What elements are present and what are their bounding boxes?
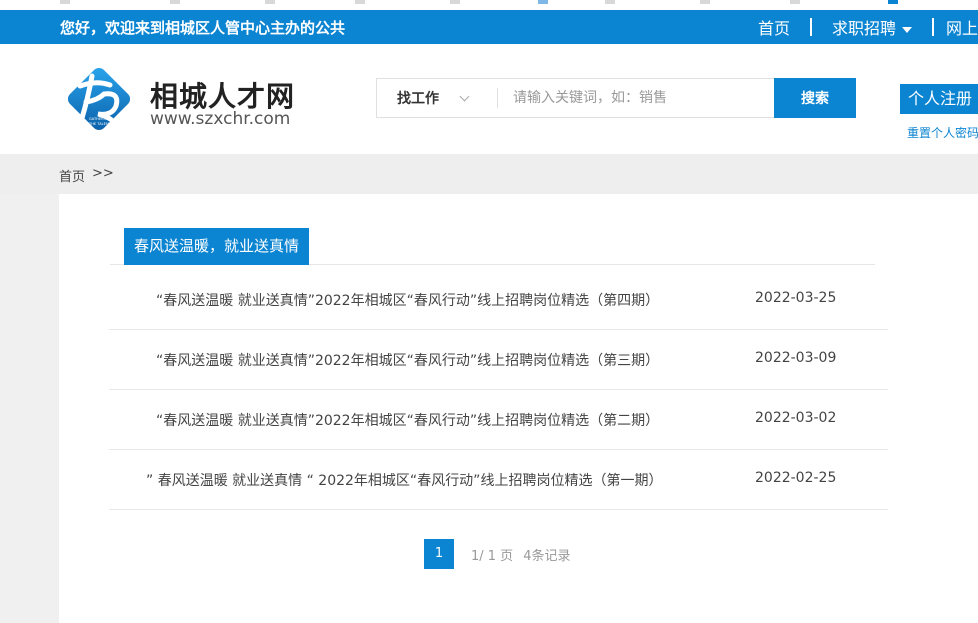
- search-divider: [497, 88, 498, 108]
- article-date: 2022-03-25: [755, 290, 837, 306]
- reset-password-link[interactable]: 重置个人密码: [907, 124, 978, 141]
- top-bar: 您好，欢迎来到相城区人管中心主办的公共 首页 求职招聘 网上: [0, 10, 978, 44]
- article-title[interactable]: “春风送温暖 就业送真情”2022年相城区“春风行动”线上招聘岗位精选（第二期）: [156, 410, 659, 430]
- logo-text-1: GATHERING: [89, 117, 110, 121]
- nav-divider: [931, 18, 934, 36]
- welcome-text: 您好，欢迎来到相城区人管中心主办的公共: [60, 19, 346, 37]
- list-item[interactable]: “春风送温暖 就业送真情”2022年相城区“春风行动”线上招聘岗位精选（第三期）…: [109, 330, 888, 390]
- section-header: 春风送温暖，就业送真情: [110, 228, 875, 265]
- breadcrumb-separator: >>: [92, 166, 114, 181]
- browser-bookmark-strip: [0, 0, 978, 10]
- section-title: 春风送温暖，就业送真情: [124, 228, 310, 265]
- nav-divider: [809, 18, 812, 36]
- logo-text-2: THE TALENTS: [88, 122, 114, 126]
- article-title[interactable]: “春风送温暖 就业送真情”2022年相城区“春风行动”线上招聘岗位精选（第三期）: [156, 350, 659, 370]
- site-header: GATHERING THE TALENTS 相城人才网 www.szxchr.c…: [0, 44, 978, 154]
- search-input[interactable]: [499, 79, 775, 117]
- nav-jobs-label: 求职招聘: [831, 19, 896, 38]
- breadcrumb: 首页 >>: [0, 154, 978, 194]
- breadcrumb-home[interactable]: 首页: [59, 166, 85, 185]
- list-item[interactable]: “春风送温暖 就业送真情”2022年相城区“春风行动”线上招聘岗位精选（第二期）…: [109, 390, 888, 450]
- search-button[interactable]: 搜索: [774, 78, 856, 118]
- article-date: 2022-03-09: [755, 350, 837, 366]
- main-content: 春风送温暖，就业送真情 “春风送温暖 就业送真情”2022年相城区“春风行动”线…: [59, 194, 978, 623]
- list-item[interactable]: ” 春风送温暖 就业送真情 “ 2022年相城区“春风行动”线上招聘岗位精选（第…: [109, 450, 888, 510]
- site-url: www.szxchr.com: [150, 109, 291, 129]
- article-date: 2022-03-02: [755, 410, 837, 426]
- search-type-label: 找工作: [397, 91, 439, 107]
- site-logo-icon[interactable]: GATHERING THE TALENTS: [58, 58, 140, 140]
- register-button[interactable]: 个人注册: [900, 84, 978, 114]
- page-info: 1/ 1 页: [471, 548, 514, 564]
- search-box: 找工作 搜索: [376, 78, 856, 118]
- list-item[interactable]: “春风送温暖 就业送真情”2022年相城区“春风行动”线上招聘岗位精选（第四期）…: [109, 270, 888, 330]
- chevron-down-icon: [459, 91, 470, 101]
- nav-more[interactable]: 网上: [946, 15, 978, 39]
- top-nav: 首页 求职招聘 网上: [758, 10, 978, 44]
- search-type-select[interactable]: 找工作: [377, 79, 497, 117]
- nav-home[interactable]: 首页: [758, 15, 790, 39]
- article-list: “春风送温暖 就业送真情”2022年相城区“春风行动”线上招聘岗位精选（第四期）…: [109, 270, 888, 510]
- caret-down-icon: [901, 26, 912, 33]
- page-current-button[interactable]: 1: [424, 539, 454, 569]
- article-date: 2022-02-25: [755, 470, 837, 486]
- record-count: 4条记录: [523, 548, 571, 564]
- pagination: 1 1/ 1 页 4条记录: [424, 539, 570, 569]
- article-title[interactable]: ” 春风送温暖 就业送真情 “ 2022年相城区“春风行动”线上招聘岗位精选（第…: [146, 470, 662, 490]
- nav-jobs[interactable]: 求职招聘: [832, 15, 912, 39]
- article-title[interactable]: “春风送温暖 就业送真情”2022年相城区“春风行动”线上招聘岗位精选（第四期）: [156, 290, 659, 310]
